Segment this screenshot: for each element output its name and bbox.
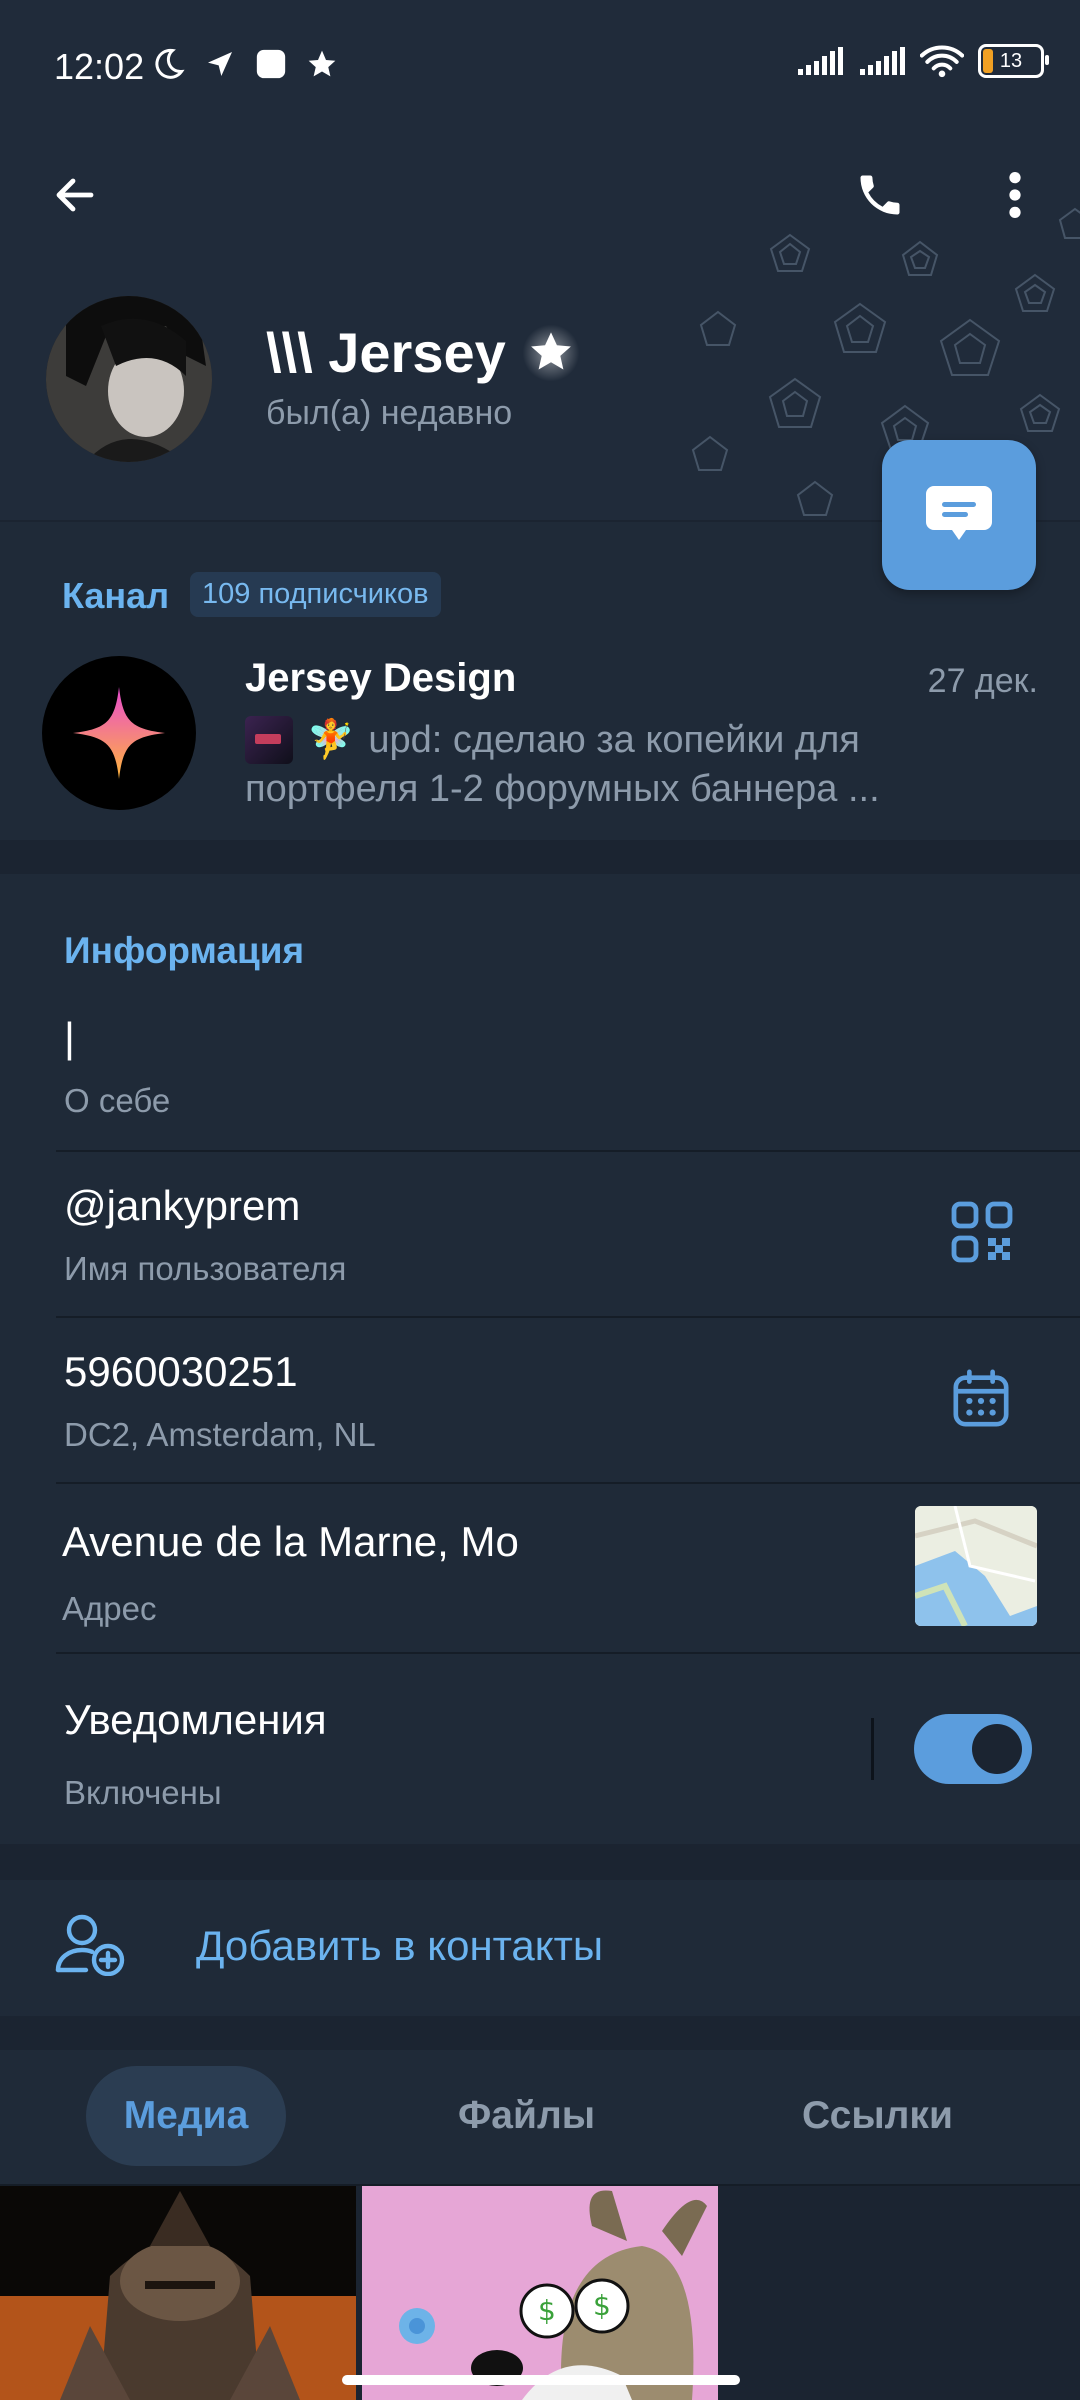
media-item[interactable]: [0, 2186, 356, 2400]
profile-avatar[interactable]: [46, 296, 212, 462]
star-status-icon: [308, 50, 336, 77]
username-label: Имя пользователя: [64, 1250, 347, 1287]
svg-text:$: $: [593, 2289, 611, 2322]
media-image-cartoon: $ $: [362, 2186, 718, 2400]
chat-bubble-icon: [926, 486, 992, 540]
channel-date: 27 дек.: [927, 662, 1038, 700]
phone-icon: [860, 175, 900, 215]
add-user-icon: [55, 1914, 125, 1976]
subscribers-badge: 109 подписчиков: [190, 572, 441, 617]
info-section-title: Информация: [64, 930, 305, 971]
datacenter-label: DC2, Amsterdam, NL: [64, 1416, 376, 1453]
wifi-icon: [920, 45, 964, 78]
username-value[interactable]: @jankyprem: [64, 1182, 300, 1230]
toggle-knob: [972, 1724, 1022, 1774]
map-thumbnail[interactable]: [915, 1506, 1037, 1626]
add-contact-label: Добавить в контакты: [196, 1922, 604, 1969]
notifications-label: Включены: [64, 1774, 222, 1811]
channel-title: Jersey Design: [245, 656, 517, 700]
call-button[interactable]: [845, 160, 915, 230]
battery-level: 13: [999, 49, 1023, 72]
notifications-value: Уведомления: [64, 1696, 327, 1743]
signal-icon: [798, 47, 843, 75]
premium-star-icon[interactable]: [520, 322, 582, 384]
divider: [56, 1482, 1080, 1484]
battery-icon: 13: [978, 44, 1049, 78]
home-indicator: [342, 2375, 740, 2385]
profile-name: \\\ Jersey: [266, 321, 506, 384]
status-icons-left: [150, 44, 338, 84]
divider: [56, 1316, 1080, 1318]
map-image: [915, 1506, 1037, 1626]
status-time: 12:02: [54, 46, 145, 87]
more-vertical-icon: [1009, 172, 1021, 218]
address-value[interactable]: Avenue de la Marne, Mo: [62, 1518, 519, 1566]
channel-preview-line2: портфеля 1-2 форумных баннера ...: [245, 768, 880, 810]
tab-media[interactable]: Медиа: [86, 2066, 286, 2166]
calendar-icon[interactable]: [950, 1368, 1012, 1430]
notifications-toggle[interactable]: [914, 1714, 1032, 1784]
preview-emoji: 🧚: [307, 719, 355, 761]
svg-text:$: $: [538, 2294, 556, 2327]
status-icons-right: 13: [796, 44, 1049, 78]
channel-preview-line1: 🧚 upd: сделаю за копейки для: [245, 716, 860, 764]
preview-thumbnail: [245, 716, 293, 764]
app-square-icon: [256, 49, 286, 79]
location-arrow-icon: [208, 52, 232, 76]
tab-links[interactable]: Ссылки: [802, 2094, 953, 2138]
user-id-value[interactable]: 5960030251: [64, 1348, 298, 1396]
media-item[interactable]: $ $: [362, 2186, 718, 2400]
tab-files[interactable]: Файлы: [458, 2094, 595, 2138]
bio-value[interactable]: |: [64, 1014, 75, 1062]
preview-text-1: upd: сделаю за копейки для: [368, 718, 860, 761]
divider: [56, 1652, 1080, 1654]
bio-label: О себе: [64, 1082, 171, 1119]
address-label: Адрес: [62, 1590, 157, 1627]
sparkle-star-icon: [73, 687, 165, 779]
signal-icon-2: [860, 47, 905, 75]
avatar-photo: [46, 296, 212, 462]
channel-avatar[interactable]: [42, 656, 196, 810]
more-options-button[interactable]: [980, 160, 1050, 230]
last-seen-status: был(а) недавно: [266, 394, 513, 432]
toggle-separator: [871, 1718, 874, 1780]
back-button[interactable]: [40, 160, 110, 230]
profile-name-row: \\\ Jersey: [266, 320, 582, 385]
media-image-warrior: [0, 2186, 356, 2400]
message-button[interactable]: [882, 440, 1036, 590]
channel-section-label: Канал: [62, 575, 170, 616]
arrow-left-icon: [56, 178, 94, 212]
moon-icon: [155, 48, 185, 79]
qr-code-icon[interactable]: [950, 1200, 1014, 1264]
divider: [56, 1150, 1080, 1152]
